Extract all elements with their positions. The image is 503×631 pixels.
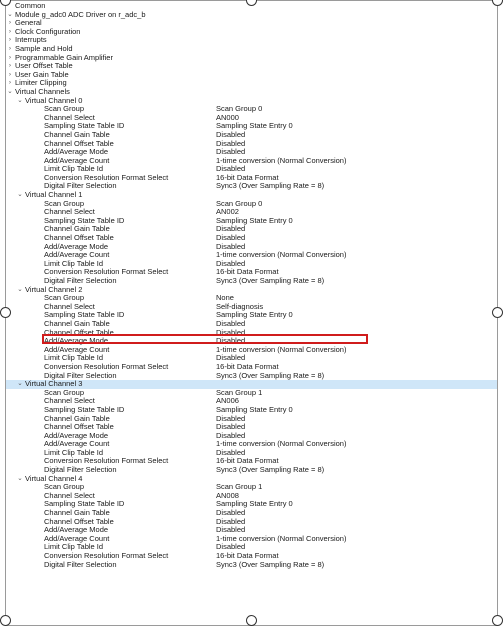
property-row[interactable]: Digital Filter Selection Sync3 (Over Samp… <box>6 559 497 570</box>
chevron-down-icon[interactable]: ⌄ <box>17 380 23 389</box>
chevron-down-icon[interactable]: ⌄ <box>17 286 23 295</box>
tree-node[interactable]: › Clock Configuration <box>6 27 497 37</box>
chevron-right-icon[interactable]: › <box>7 79 13 88</box>
tree-node[interactable]: ⌄ Module g_adc0 ADC Driver on r_adc_b <box>6 10 497 20</box>
tree-node[interactable]: › Programmable Gain Amplifier <box>6 53 497 63</box>
chevron-right-icon[interactable]: › <box>7 36 13 45</box>
resize-handle-bottom-left[interactable] <box>0 615 11 626</box>
property-value[interactable]: Sync3 (Over Sampling Rate = 8) <box>216 560 324 570</box>
properties-panel: Common ⌄ Module g_adc0 ADC Driver on r_adc… <box>5 0 498 626</box>
resize-handle-bottom-center[interactable] <box>246 615 257 626</box>
property-tree: Common ⌄ Module g_adc0 ADC Driver on r_adc… <box>6 1 497 570</box>
tree-node[interactable]: › Interrupts <box>6 36 497 45</box>
property-value[interactable]: Sync3 (Over Sampling Rate = 8) <box>216 276 324 286</box>
chevron-right-icon[interactable]: › <box>7 54 13 63</box>
resize-handle-middle-left[interactable] <box>0 307 11 318</box>
chevron-down-icon[interactable]: ⌄ <box>7 11 13 20</box>
property-value[interactable]: Sync3 (Over Sampling Rate = 8) <box>216 465 324 475</box>
property-value[interactable]: Sync3 (Over Sampling Rate = 8) <box>216 371 324 381</box>
resize-handle-middle-right[interactable] <box>492 307 503 318</box>
tree-node[interactable]: › User Gain Table <box>6 70 497 80</box>
tree-node[interactable]: › Limiter Clipping <box>6 79 497 88</box>
chevron-down-icon[interactable]: ⌄ <box>17 475 23 484</box>
chevron-right-icon[interactable]: › <box>7 45 13 54</box>
chevron-right-icon[interactable]: › <box>7 62 13 71</box>
resize-handle-bottom-right[interactable] <box>492 615 503 626</box>
chevron-right-icon[interactable]: › <box>7 28 13 37</box>
chevron-down-icon[interactable]: ⌄ <box>7 88 13 97</box>
resize-handle-top-right[interactable] <box>492 0 503 6</box>
chevron-right-icon[interactable]: › <box>7 71 13 80</box>
tree-node[interactable]: › User Offset Table <box>6 62 497 71</box>
chevron-down-icon[interactable]: ⌄ <box>17 97 23 106</box>
property-label: Digital Filter Selection <box>44 559 117 569</box>
chevron-down-icon[interactable]: ⌄ <box>17 191 23 200</box>
property-value[interactable]: Sync3 (Over Sampling Rate = 8) <box>216 182 324 191</box>
chevron-right-icon[interactable]: › <box>7 19 13 28</box>
